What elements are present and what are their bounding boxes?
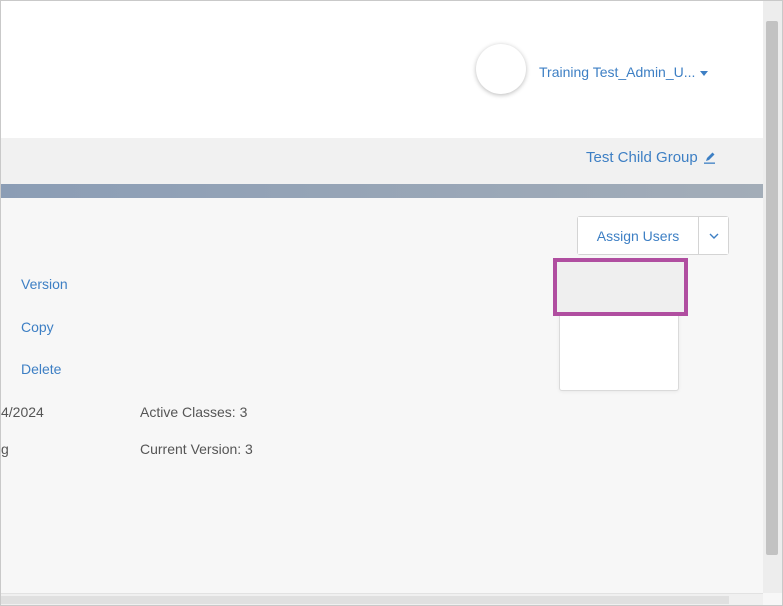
menu-item-version[interactable]: Version — [21, 276, 68, 292]
menu-item-copy[interactable]: Copy — [21, 319, 54, 335]
version-highlight-box — [553, 258, 688, 316]
status-value: g — [1, 441, 9, 457]
group-name: Test Child Group — [586, 149, 698, 166]
horizontal-scrollbar[interactable] — [1, 593, 763, 605]
active-classes: Active Classes: 3 — [140, 404, 248, 420]
pencil-icon[interactable] — [703, 151, 716, 164]
horizontal-scroll-thumb[interactable] — [1, 596, 729, 604]
header-stripe — [1, 184, 763, 198]
top-header: Training Test_Admin_U... — [1, 1, 763, 138]
assign-users-split-button: Assign Users — [577, 216, 729, 255]
assign-users-button[interactable]: Assign Users — [578, 217, 698, 254]
menu-item-delete[interactable]: Delete — [21, 361, 61, 377]
chevron-down-icon — [709, 233, 718, 239]
more-actions-toggle[interactable] — [698, 217, 728, 254]
user-menu[interactable]: Training Test_Admin_U... — [539, 64, 709, 80]
caret-down-icon — [700, 70, 709, 76]
app-window: Training Test_Admin_U... Test Child Grou… — [0, 0, 783, 606]
date-value: 4/2024 — [1, 404, 44, 420]
avatar[interactable] — [476, 44, 526, 94]
user-name: Training Test_Admin_U... — [539, 64, 696, 80]
group-name-link[interactable]: Test Child Group — [586, 149, 716, 166]
vertical-scroll-thumb[interactable] — [766, 21, 778, 555]
current-version: Current Version: 3 — [140, 441, 253, 457]
vertical-scrollbar[interactable] — [763, 1, 782, 593]
